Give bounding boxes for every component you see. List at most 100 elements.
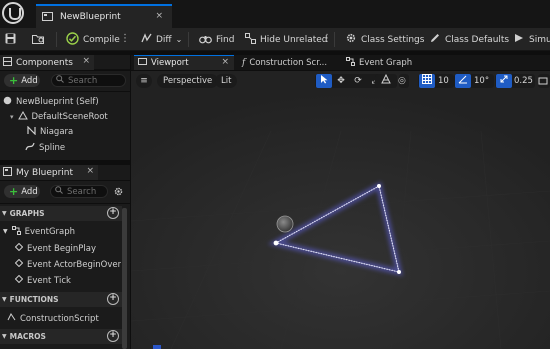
tree-item-defaultsceneroot[interactable]: ▾ DefaultSceneRoot	[10, 109, 108, 124]
document-tab-newblueprint[interactable]: NewBlueprint ×	[36, 4, 172, 28]
event-beginplay-item[interactable]: Event BeginPlay	[15, 241, 121, 256]
scale-snap-value[interactable]: 0.25	[514, 74, 533, 88]
scale-snap-group: 0.25	[495, 74, 535, 88]
my-blueprint-tab[interactable]: My Blueprint ×	[0, 165, 98, 180]
save-button[interactable]	[5, 28, 16, 51]
tab-label: Viewport	[151, 58, 189, 68]
construction-script-item[interactable]: ConstructionScript	[7, 311, 99, 326]
viewport-options-button[interactable]: ≡	[136, 74, 152, 88]
hide-unrelated-button[interactable]: Hide Unrelated	[245, 28, 328, 51]
select-mode-icon[interactable]	[316, 74, 332, 88]
search-icon	[56, 75, 64, 86]
tab-event-graph[interactable]: Event Graph	[342, 55, 432, 70]
add-component-button[interactable]: + Add	[4, 74, 40, 87]
class-settings-label: Class Settings	[361, 34, 425, 45]
scene-root-icon	[17, 110, 28, 123]
search-placeholder: Search	[67, 186, 97, 197]
components-icon	[3, 56, 12, 69]
hide-unrelated-label: Hide Unrelated	[260, 34, 328, 45]
my-blueprint-scrollbar[interactable]	[122, 208, 127, 349]
pencil-icon	[429, 32, 441, 47]
event-actorbeginoverlap-item[interactable]: Event ActorBeginOverlap	[15, 257, 121, 272]
unreal-logo-icon[interactable]	[2, 2, 24, 24]
components-tab[interactable]: Components ×	[0, 55, 94, 70]
viewport-icon	[138, 57, 147, 69]
translate-mode-icon[interactable]: ✥	[333, 74, 349, 88]
event-label: Event Tick	[27, 275, 71, 286]
construction-script-label: ConstructionScript	[20, 313, 99, 324]
event-graph-icon	[346, 56, 355, 69]
diff-icon	[141, 32, 152, 47]
event-graph-icon	[11, 225, 21, 238]
compile-options-icon[interactable]: ⋮	[120, 28, 130, 51]
macros-header-label: MACROS	[9, 332, 46, 341]
world-local-toggle[interactable]: ◎	[398, 74, 409, 88]
event-graph-item[interactable]: ▼ EventGraph	[3, 224, 75, 239]
search-placeholder: Search	[68, 75, 98, 86]
function-f-icon: f	[242, 57, 246, 68]
rotate-mode-icon[interactable]: ⟳	[350, 74, 366, 88]
lit-button[interactable]: Lit	[215, 74, 238, 88]
tree-item-label: NewBlueprint (Self)	[16, 96, 99, 107]
class-defaults-button[interactable]: Class Defaults	[429, 28, 509, 51]
tab-label: Event Graph	[359, 57, 413, 68]
save-icon	[5, 33, 16, 47]
diff-label: Diff	[156, 34, 172, 45]
event-diamond-icon	[15, 242, 24, 254]
add-function-icon[interactable]: +	[107, 293, 119, 305]
browse-button[interactable]	[32, 28, 45, 51]
close-icon[interactable]: ×	[221, 57, 229, 67]
tree-item-niagara[interactable]: Niagara	[27, 124, 73, 139]
main-toolbar: Compile ⋮ Diff ⌄ Find Hide Unrelated ⋮ C…	[0, 28, 550, 51]
expand-arrow-icon[interactable]: ▾	[10, 113, 14, 121]
rotation-snap-value[interactable]: 10°	[474, 74, 489, 88]
grid-snap-group: 10	[418, 74, 454, 88]
collapse-arrow-icon: ▼	[2, 296, 7, 303]
close-icon[interactable]: ×	[82, 56, 90, 66]
components-search-input[interactable]: Search	[51, 74, 126, 87]
scene-root-sphere-icon[interactable]	[276, 215, 294, 233]
class-settings-button[interactable]: Class Settings	[345, 28, 424, 51]
diff-dropdown[interactable]: Diff ⌄	[141, 28, 182, 51]
title-bar: NewBlueprint ×	[0, 0, 550, 28]
rotation-snap-icon[interactable]	[455, 74, 471, 88]
add-graph-icon[interactable]: +	[107, 207, 119, 219]
camera-speed-button[interactable]	[538, 74, 550, 88]
plus-icon: +	[9, 74, 19, 87]
tree-item-spline[interactable]: Spline	[25, 140, 65, 155]
tab-viewport[interactable]: Viewport ×	[134, 55, 234, 70]
add-macro-icon[interactable]: +	[107, 330, 119, 342]
event-tick-item[interactable]: Event Tick	[15, 273, 121, 288]
graphs-header-label: GRAPHS	[9, 209, 45, 218]
plus-icon: +	[9, 185, 19, 198]
binoculars-icon	[199, 33, 212, 47]
scale-snap-icon[interactable]	[496, 74, 512, 88]
add-member-button[interactable]: + Add	[4, 185, 40, 198]
macros-section-header[interactable]: ▼ MACROS +	[0, 329, 122, 344]
compile-label: Compile	[83, 34, 120, 45]
my-blueprint-toolbar: + Add Search	[0, 181, 130, 203]
grid-snap-icon[interactable]	[419, 74, 435, 88]
my-blueprint-search-input[interactable]: Search	[50, 185, 108, 198]
tree-item-self[interactable]: NewBlueprint (Self)	[3, 94, 99, 109]
viewport[interactable]	[131, 71, 550, 349]
settings-gear-icon[interactable]	[113, 186, 124, 200]
blueprint-icon	[3, 166, 12, 179]
tab-construction-script[interactable]: f Construction Scr...	[238, 55, 333, 70]
find-button[interactable]: Find	[199, 28, 234, 51]
perspective-button[interactable]: Perspective	[157, 74, 219, 88]
functions-section-header[interactable]: ▼ FUNCTIONS +	[0, 292, 122, 307]
grid-snap-value[interactable]: 10	[438, 74, 449, 88]
graphs-section-header[interactable]: ▼ GRAPHS +	[0, 206, 122, 221]
simulation-button[interactable]: Simul	[513, 28, 550, 51]
viewport-scene	[131, 71, 550, 349]
rotation-snap-group: 10°	[454, 74, 494, 88]
surface-snap-icon[interactable]	[378, 73, 394, 88]
hide-unrelated-options-icon[interactable]: ⋮	[322, 28, 332, 51]
collapse-arrow-icon: ▼	[3, 228, 8, 235]
compile-button[interactable]: Compile	[66, 28, 120, 51]
collapse-arrow-icon: ▼	[2, 210, 7, 217]
close-icon[interactable]: ×	[86, 166, 94, 176]
close-icon[interactable]: ×	[155, 11, 163, 21]
blueprint-icon	[42, 11, 53, 24]
